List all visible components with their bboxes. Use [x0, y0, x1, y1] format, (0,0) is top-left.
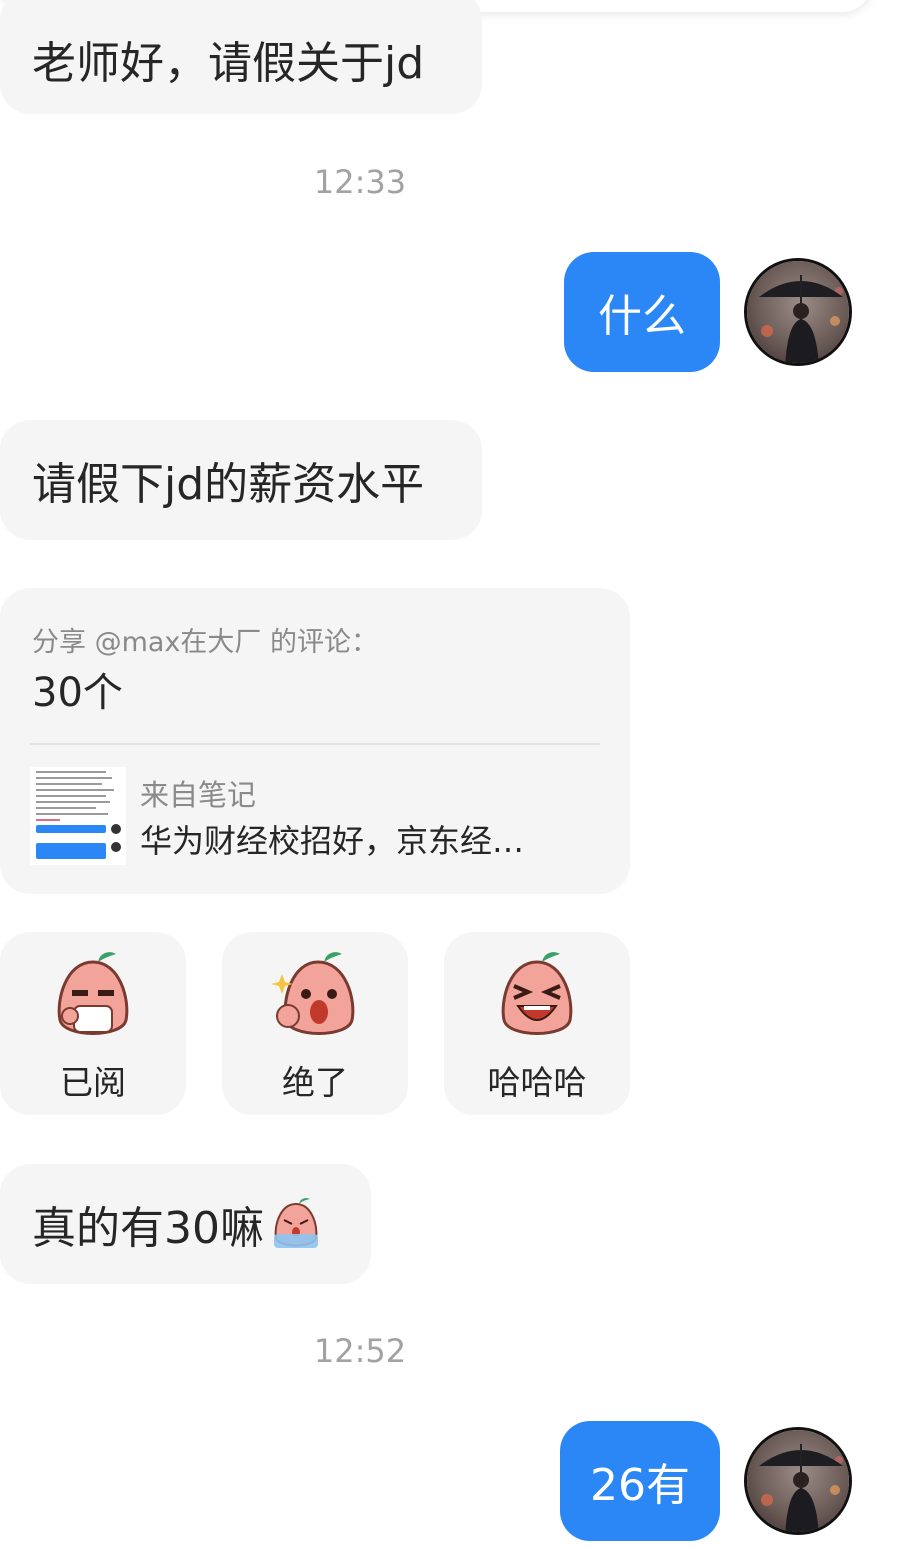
reaction-label: 绝了	[282, 1063, 348, 1102]
reaction-sticker-amazing[interactable]: 绝了	[222, 932, 408, 1115]
divider	[30, 743, 600, 745]
reaction-sticker-laugh[interactable]: 哈哈哈	[444, 932, 630, 1115]
incoming-message-bubble[interactable]: 真的有30嘛	[0, 1164, 371, 1284]
avatar[interactable]	[744, 258, 852, 366]
message-text: 26有	[590, 1460, 690, 1511]
amazing-emoji-icon	[271, 952, 355, 1035]
message-text: 老师好，请假关于jd	[32, 38, 425, 89]
read-emoji-icon	[57, 952, 129, 1035]
shared-comment-text: 30个	[32, 670, 123, 716]
note-thumbnail-icon	[30, 767, 126, 865]
message-text: 什么	[598, 291, 686, 342]
incoming-message-bubble[interactable]: 请假下jd的薪资水平	[0, 420, 482, 540]
incoming-message-bubble[interactable]: 老师好，请假关于jd	[0, 0, 482, 114]
chat-screen: 老师好，请假关于jd 12:33 什么 请假下jd的薪资水平 分享 @max在大…	[0, 0, 900, 1548]
message-text: 请假下jd的薪资水平	[32, 459, 425, 510]
reaction-label: 已阅	[60, 1063, 126, 1102]
outgoing-message-bubble[interactable]: 26有	[560, 1421, 720, 1541]
message-text: 真的有30嘛	[32, 1203, 264, 1254]
avatar-photo-icon	[747, 261, 849, 363]
avatar[interactable]	[744, 1427, 852, 1535]
crying-emoji-icon	[274, 1198, 318, 1248]
share-header: 分享 @max在大厂 的评论：	[32, 627, 378, 658]
laugh-emoji-icon	[501, 952, 573, 1035]
note-thumbnail[interactable]	[30, 767, 126, 865]
timestamp: 12:52	[313, 1332, 407, 1370]
note-source-label: 来自笔记	[140, 778, 257, 812]
timestamp: 12:33	[313, 163, 407, 201]
avatar-photo-icon	[747, 1430, 849, 1532]
reaction-sticker-read[interactable]: 已阅	[0, 932, 186, 1115]
outgoing-message-bubble[interactable]: 什么	[564, 252, 720, 372]
reaction-label: 哈哈哈	[487, 1063, 587, 1102]
note-title[interactable]: 华为财经校招好，京东经…	[140, 816, 580, 862]
